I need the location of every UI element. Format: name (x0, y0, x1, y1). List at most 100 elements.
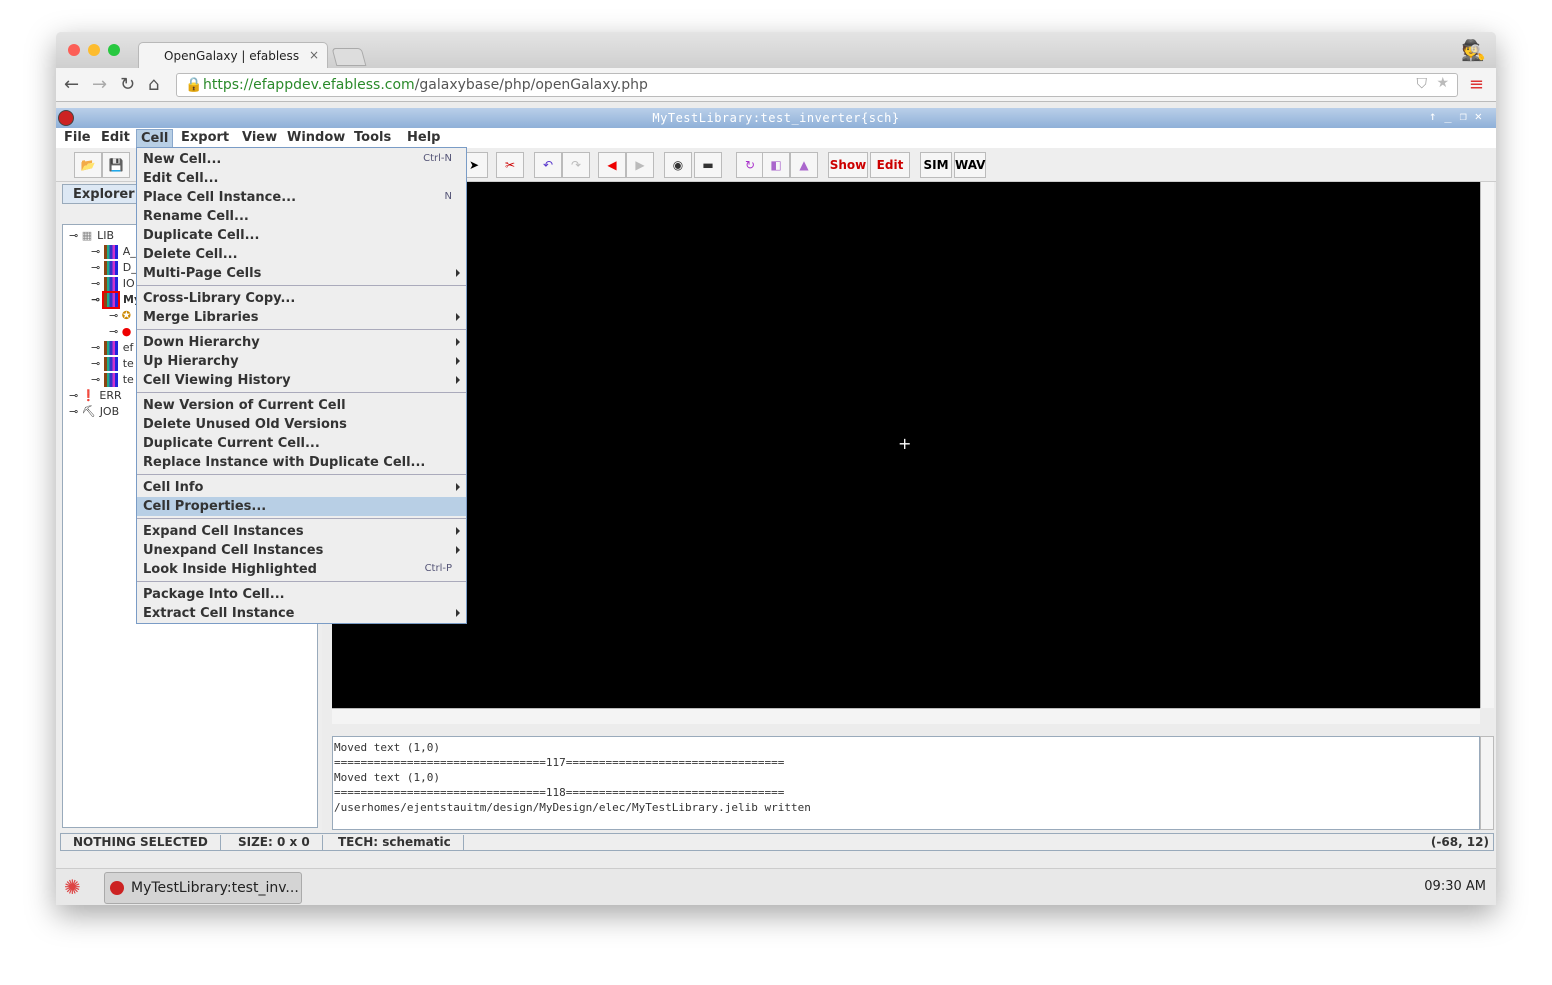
toolbar-wav-button[interactable]: WAV (954, 152, 986, 178)
tree-item[interactable]: ⊸ D_ (91, 261, 137, 275)
menu-item-rename-cell[interactable]: Rename Cell... (137, 207, 466, 226)
tree-item[interactable]: ⊸ ✪ (109, 309, 135, 322)
menu-file[interactable]: File (60, 129, 95, 146)
close-tab-icon[interactable]: × (309, 48, 319, 62)
menu-item-multi-page-cells[interactable]: Multi-Page Cells (137, 264, 466, 283)
canvas-horizontal-scrollbar[interactable] (332, 708, 1480, 724)
tree-item[interactable]: ⊸ IO (91, 277, 135, 291)
canvas-vertical-scrollbar[interactable] (1480, 182, 1494, 708)
tree-item[interactable]: ⊸ te (91, 373, 134, 387)
start-menu-icon[interactable]: ✺ (64, 875, 81, 899)
tree-expander-icon[interactable]: ⊸ (69, 229, 82, 242)
menu-icon[interactable]: ≡ (1469, 74, 1484, 95)
browser-tab[interactable]: OpenGalaxy | efabless × (138, 42, 328, 68)
forward-icon[interactable]: → (92, 74, 107, 95)
menu-item-look-inside-highlighted[interactable]: Look Inside Highlighted Ctrl-P (137, 560, 466, 579)
browser-window: OpenGalaxy | efabless × 🕵 ← → ↻ ⌂ 🔒 https:… (56, 32, 1496, 905)
menu-cell[interactable]: Cell (136, 129, 174, 148)
menu-item-place-cell-instance[interactable]: Place Cell Instance... N (137, 188, 466, 207)
menu-item-cell-viewing-history[interactable]: Cell Viewing History (137, 371, 466, 390)
tech-status: TECH: schematic (326, 835, 464, 851)
mirror-horizontal-icon[interactable]: ◧ (762, 152, 790, 178)
menu-window[interactable]: Window (283, 129, 349, 146)
menu-item-label: Rename Cell... (143, 209, 249, 224)
toolbar-sim-button[interactable]: SIM (920, 152, 952, 178)
menu-item-merge-libraries[interactable]: Merge Libraries (137, 308, 466, 327)
menu-item-duplicate-current-cell[interactable]: Duplicate Current Cell... (137, 434, 466, 453)
tree-item[interactable]: ⊸ ▦ LIB (69, 229, 114, 242)
toolbar-edit-button[interactable]: Edit (870, 152, 910, 178)
address-bar[interactable]: 🔒 https://efappdev.efabless.com/galaxybas… (176, 73, 1458, 97)
close-window-button[interactable] (68, 44, 80, 56)
tree-expander-icon[interactable]: ⊸ (109, 325, 122, 338)
explorer-tab[interactable]: Explorer (62, 184, 137, 204)
tree-item[interactable]: ⊸ te (91, 357, 134, 371)
tree-item-label: JOB (99, 405, 120, 418)
minimize-window-button[interactable] (88, 44, 100, 56)
schematic-canvas[interactable]: + (332, 182, 1480, 708)
library-icon (103, 341, 118, 355)
tree-expander-icon[interactable]: ⊸ (91, 341, 104, 354)
tree-expander-icon[interactable]: ⊸ (91, 357, 104, 370)
tree-item[interactable]: ⊸ ef (91, 341, 133, 355)
mirror-vertical-icon[interactable]: ▲ (790, 152, 818, 178)
maximize-window-button[interactable] (108, 44, 120, 56)
menu-item-expand-cell-instances[interactable]: Expand Cell Instances (137, 522, 466, 541)
menu-item-extract-cell-instance[interactable]: Extract Cell Instance (137, 604, 466, 623)
tree-expander-icon[interactable]: ⊸ (91, 261, 104, 274)
shield-icon[interactable]: ⛉ (1417, 76, 1428, 92)
wiring-tool-icon[interactable]: ✂ (496, 152, 524, 178)
taskbar-window-button[interactable]: MyTestLibrary:test_inv... (104, 872, 302, 904)
tree-item[interactable]: ⊸ ⛏ JOB (69, 405, 119, 418)
menu-item-up-hierarchy[interactable]: Up Hierarchy (137, 352, 466, 371)
menu-help[interactable]: Help (403, 129, 444, 146)
menu-item-duplicate-cell[interactable]: Duplicate Cell... (137, 226, 466, 245)
tree-expander-icon[interactable]: ⊸ (91, 293, 104, 306)
undo-icon[interactable]: ↶ (534, 152, 562, 178)
eye-closed-icon[interactable]: ▬ (694, 152, 722, 178)
rotate-icon[interactable]: ↻ (736, 152, 764, 178)
save-icon[interactable]: 💾 (102, 152, 130, 178)
bookmark-star-icon[interactable]: ★ (1436, 75, 1449, 91)
back-icon[interactable]: ◀ (598, 152, 626, 178)
menu-item-new-cell[interactable]: New Cell... Ctrl-N (137, 150, 466, 169)
tree-item[interactable]: ⊸ A_ (91, 245, 136, 259)
library-icon (103, 357, 118, 371)
open-folder-icon[interactable]: 📂 (74, 152, 102, 178)
menu-item-cross-library-copy[interactable]: Cross-Library Copy... (137, 289, 466, 308)
toolbar-show-button[interactable]: Show (828, 152, 868, 178)
tree-item[interactable]: ⊸ ● (109, 325, 135, 338)
window-controls[interactable]: ↑_❐✕ (1429, 109, 1490, 123)
menu-item-label: Multi-Page Cells (143, 266, 262, 281)
menu-item-delete-cell[interactable]: Delete Cell... (137, 245, 466, 264)
home-icon[interactable]: ⌂ (148, 74, 159, 95)
tree-expander-icon[interactable]: ⊸ (109, 309, 122, 322)
menu-item-cell-info[interactable]: Cell Info (137, 478, 466, 497)
menu-item-new-version-of-current-cell[interactable]: New Version of Current Cell (137, 396, 466, 415)
reload-icon[interactable]: ↻ (120, 74, 135, 95)
tree-expander-icon[interactable]: ⊸ (69, 389, 82, 402)
menu-export[interactable]: Export (177, 129, 233, 146)
menu-item-down-hierarchy[interactable]: Down Hierarchy (137, 333, 466, 352)
new-tab-button[interactable] (331, 48, 367, 66)
menu-tools[interactable]: Tools (350, 129, 395, 146)
menu-item-delete-unused-old-versions[interactable]: Delete Unused Old Versions (137, 415, 466, 434)
menu-item-edit-cell[interactable]: Edit Cell... (137, 169, 466, 188)
tree-expander-icon[interactable]: ⊸ (69, 405, 82, 418)
back-icon[interactable]: ← (64, 74, 79, 95)
redo-icon[interactable]: ↷ (562, 152, 590, 178)
eye-icon[interactable]: ◉ (664, 152, 692, 178)
menu-item-cell-properties[interactable]: Cell Properties... (137, 497, 466, 516)
menu-edit[interactable]: Edit (97, 129, 134, 146)
menu-view[interactable]: View (238, 129, 281, 146)
tree-item[interactable]: ⊸ My (91, 291, 141, 309)
menu-item-unexpand-cell-instances[interactable]: Unexpand Cell Instances (137, 541, 466, 560)
forward-icon[interactable]: ▶ (626, 152, 654, 178)
tree-expander-icon[interactable]: ⊸ (91, 373, 104, 386)
log-scrollbar[interactable] (1480, 736, 1494, 830)
tree-expander-icon[interactable]: ⊸ (91, 245, 104, 258)
tree-item[interactable]: ⊸ ❗ ERR (69, 389, 122, 402)
tree-expander-icon[interactable]: ⊸ (91, 277, 104, 290)
menu-item-package-into-cell[interactable]: Package Into Cell... (137, 585, 466, 604)
menu-item-replace-instance-with-duplicate-cell[interactable]: Replace Instance with Duplicate Cell... (137, 453, 466, 472)
